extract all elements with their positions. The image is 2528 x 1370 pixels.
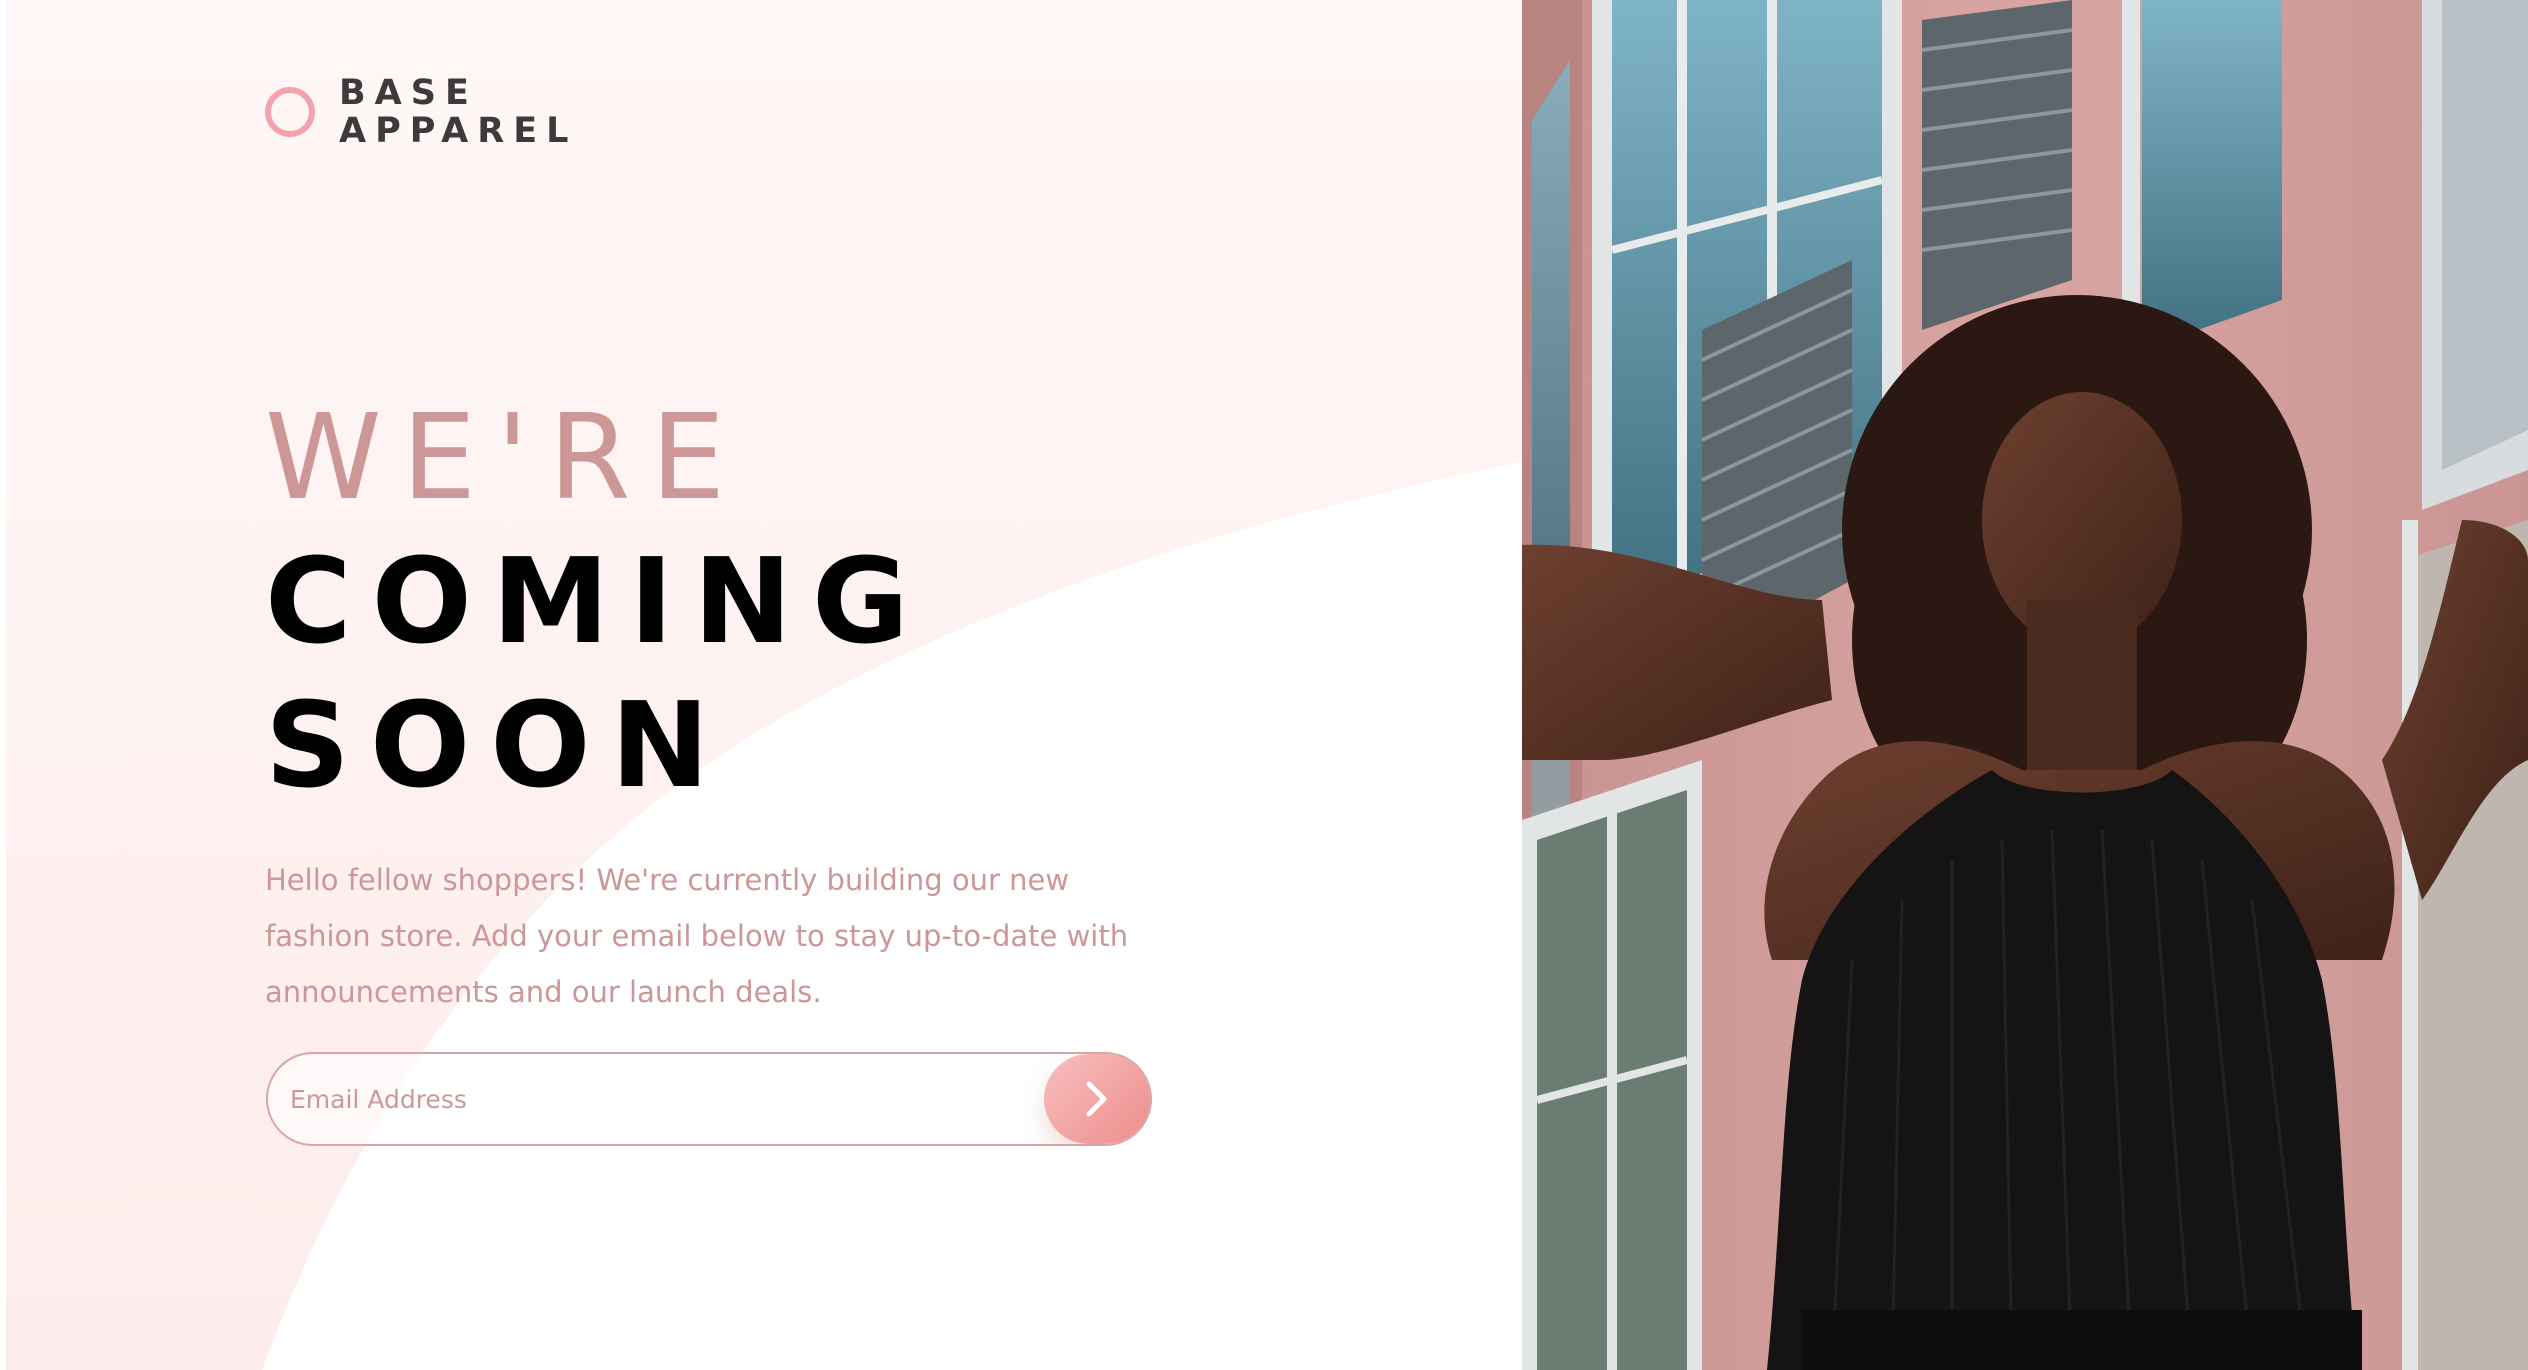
intro-text: Hello fellow shoppers! We're currently b… — [265, 863, 1129, 1009]
coming-soon-page: BASE APPAREL WE'RE COMING SOON Hello fel… — [0, 0, 2528, 1370]
email-input[interactable] — [268, 1054, 1048, 1144]
hero-image — [1522, 0, 2528, 1370]
subscribe-form — [266, 1052, 1152, 1146]
content-panel: BASE APPAREL WE'RE COMING SOON Hello fel… — [0, 0, 1522, 1370]
hero-photo — [1522, 0, 2528, 1370]
chevron-right-icon — [1086, 1081, 1107, 1117]
headline-bold-line1: COMING — [265, 532, 929, 670]
submit-button[interactable] — [1044, 1054, 1150, 1144]
headline-bold-line2: SOON — [265, 676, 730, 814]
brand-name: BASE APPAREL — [339, 74, 577, 150]
brand-name-line1: BASE — [339, 73, 478, 113]
headline-light: WE'RE — [265, 388, 746, 526]
brand-logo[interactable]: BASE APPAREL — [265, 74, 577, 150]
logo-ring-icon — [265, 87, 315, 137]
page-headline: WE'RE COMING SOON — [265, 385, 929, 817]
brand-name-line2: APPAREL — [339, 111, 578, 151]
